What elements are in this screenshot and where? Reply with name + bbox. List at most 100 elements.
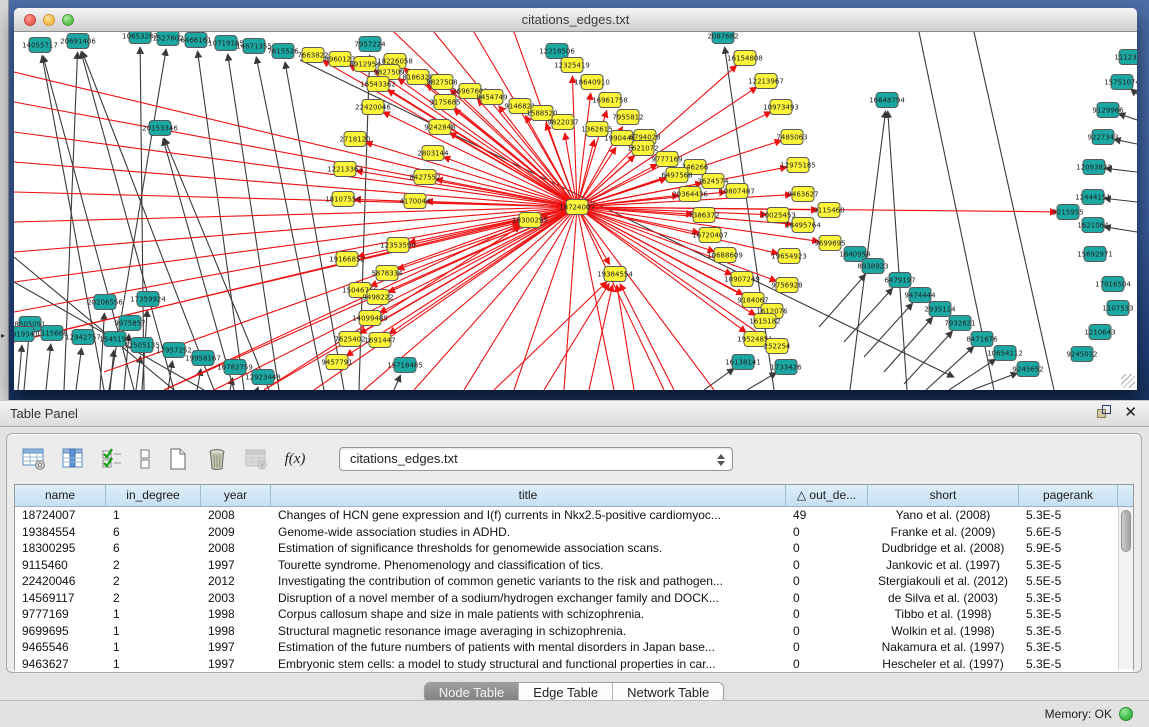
graph-node[interactable]: 12325419 (554, 58, 590, 73)
table-selector-dropdown[interactable]: citations_edges.txt (339, 447, 733, 471)
network-canvas[interactable]: 18724007 14055717 20691406 10653287 1527… (14, 32, 1137, 390)
graph-node[interactable]: 14055717 (22, 38, 58, 53)
graph-node[interactable]: 12218506 (539, 44, 575, 59)
graph-node[interactable]: 18640910 (574, 75, 610, 90)
window-resize-grip[interactable] (1121, 374, 1135, 388)
graph-node[interactable]: 15751074 (1104, 75, 1137, 90)
graph-node[interactable]: 9215955 (1052, 205, 1083, 220)
graph-node[interactable]: 2803144 (417, 146, 449, 161)
table-row[interactable]: 946554611997Estimation of the future num… (15, 639, 1133, 656)
column-header-title[interactable]: title (271, 485, 786, 506)
graph-node[interactable]: 3624574 (697, 174, 729, 189)
graph-node[interactable]: 1621064 (1077, 218, 1109, 233)
graph-node[interactable]: 2087682 (707, 32, 738, 44)
table-settings-icon[interactable] (21, 446, 47, 472)
graph-node[interactable]: 8471676 (966, 332, 998, 347)
graph-node[interactable]: 7625402 (334, 332, 365, 347)
close-window-button[interactable] (24, 14, 36, 26)
graph-node[interactable]: 7957224 (354, 37, 386, 52)
graph-node[interactable]: 15718485 (387, 358, 423, 373)
graph-node[interactable]: 1621072 (627, 141, 658, 156)
graph-node[interactable]: 9245012 (1066, 347, 1097, 362)
graph-node[interactable]: 9242848 (424, 120, 455, 135)
delete-table-icon[interactable] (204, 446, 230, 472)
table-row[interactable]: 1938455462009Genome-wide association stu… (15, 524, 1133, 541)
graph-node[interactable]: 1112304 (1114, 50, 1137, 65)
table-row[interactable]: 2242004622012Investigating the contribut… (15, 573, 1133, 590)
graph-node[interactable]: 20206556 (87, 295, 123, 310)
graph-node[interactable]: 17016504 (1095, 277, 1131, 292)
graph-node[interactable]: 7386372 (688, 208, 719, 223)
graph-node[interactable]: 12213967 (748, 74, 784, 89)
table-row[interactable]: 911546021997Tourette syndrome. Phenomeno… (15, 557, 1133, 574)
graph-node[interactable]: 9129966 (1092, 103, 1124, 118)
graph-node[interactable]: 1733426 (770, 360, 802, 375)
column-header-pagerank[interactable]: pagerank (1019, 485, 1118, 506)
column-header-out_degree[interactable]: △ out_de... (786, 485, 868, 506)
graph-node[interactable]: 15692971 (1077, 247, 1113, 262)
graph-node[interactable]: 20691406 (60, 34, 96, 49)
graph-node[interactable]: 1115688 (36, 326, 67, 341)
show-columns-icon[interactable] (60, 446, 86, 472)
graph-node[interactable]: 10654112 (987, 346, 1023, 361)
graph-node[interactable]: 10807487 (719, 184, 755, 199)
graph-node[interactable]: 4170044 (399, 194, 431, 209)
table-row[interactable]: 969969511998Structural magnetic resonanc… (15, 623, 1133, 640)
graph-node[interactable]: 7932621 (944, 316, 975, 331)
graph-node[interactable]: 9463627 (787, 187, 818, 202)
graph-node[interactable]: 8938923 (857, 259, 888, 274)
import-table-disabled-icon[interactable] (243, 446, 269, 472)
column-header-name[interactable]: name (15, 485, 106, 506)
window-titlebar[interactable]: citations_edges.txt (14, 8, 1137, 32)
graph-node[interactable]: 19384554 (597, 267, 633, 282)
graph-node[interactable]: 1210643 (1084, 325, 1115, 340)
graph-node[interactable]: 19654923 (771, 249, 807, 264)
table-row[interactable]: 1872400712008Changes of HCN gene express… (15, 507, 1133, 524)
table-row[interactable]: 946362711997Embryonic stem cells: a mode… (15, 656, 1133, 673)
graph-node[interactable]: 6479197 (884, 273, 915, 288)
graph-node[interactable]: 12093822 (1076, 160, 1112, 175)
graph-node[interactable]: 16138141 (725, 355, 761, 370)
graph-node[interactable]: 9115460 (813, 203, 844, 218)
graph-node[interactable]: 9699695 (814, 236, 845, 251)
graph-node[interactable]: 20153346 (142, 121, 178, 136)
graph-node[interactable]: 16782759 (217, 360, 253, 375)
graph-node[interactable]: 6497568 (661, 168, 692, 183)
close-panel-icon[interactable]: ✕ (1124, 405, 1137, 421)
column-header-in_degree[interactable]: in_degree (106, 485, 201, 506)
table-scrollbar[interactable] (1118, 507, 1133, 669)
column-header-year[interactable]: year (201, 485, 271, 506)
graph-node[interactable]: 2718120 (339, 132, 370, 147)
function-builder-icon[interactable]: f(x) (282, 446, 308, 472)
graph-node[interactable]: 1527602 (152, 32, 183, 46)
graph-node[interactable]: 16961758 (592, 93, 628, 108)
graph-node[interactable]: 9975857 (114, 316, 145, 331)
table-row[interactable]: 977716911998Corpus callosum shape and si… (15, 606, 1133, 623)
graph-node[interactable]: 9457791 (321, 355, 352, 370)
zoom-window-button[interactable] (62, 14, 74, 26)
graph-node[interactable]: 9245652 (1012, 362, 1043, 377)
graph-node[interactable]: 9498222 (362, 290, 393, 305)
graph-node[interactable]: 10973493 (763, 100, 799, 115)
graph-node[interactable]: 17359924 (130, 292, 166, 307)
splitter-collapse-icon[interactable]: ▸ (1, 331, 5, 340)
column-header-short[interactable]: short (868, 485, 1019, 506)
graph-node[interactable]: 9227343 (1087, 130, 1118, 145)
graph-node[interactable]: 16648794 (869, 93, 905, 108)
graph-node[interactable]: 18107554 (325, 192, 361, 207)
table-scrollbar-thumb[interactable] (1121, 510, 1131, 552)
graph-node[interactable]: 19166852 (329, 252, 365, 267)
graph-node[interactable]: 252254 (764, 339, 791, 354)
minimize-window-button[interactable] (43, 14, 55, 26)
graph-node[interactable]: 8427552 (409, 170, 440, 185)
graph-node[interactable]: 9777169 (651, 152, 682, 167)
new-table-icon[interactable] (165, 446, 191, 472)
graph-node[interactable]: 18495764 (785, 218, 821, 233)
float-panel-icon[interactable] (1096, 405, 1112, 421)
table-row[interactable]: 1830029562008Estimation of significance … (15, 540, 1133, 557)
graph-node[interactable]: 1615182 (749, 314, 780, 329)
graph-node[interactable]: 16154808 (727, 51, 763, 66)
graph-node[interactable]: 1107533 (1102, 301, 1133, 316)
select-rows-icon[interactable] (99, 446, 125, 472)
graph-node[interactable]: 9822037 (547, 115, 578, 130)
